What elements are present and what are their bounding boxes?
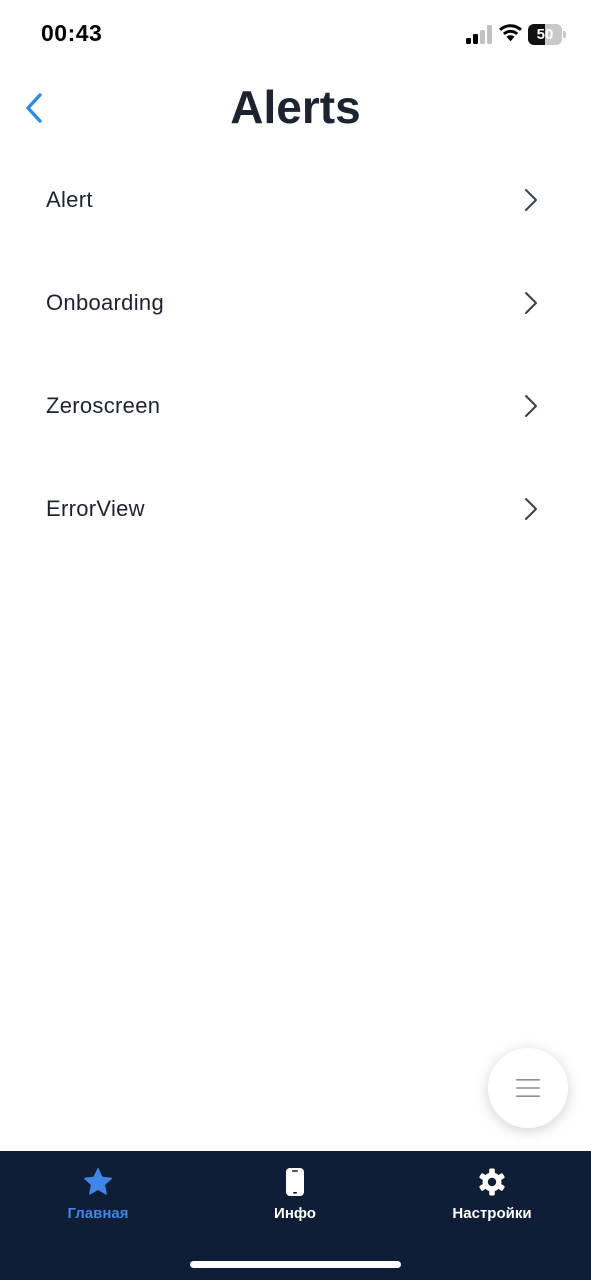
menu-item-alert[interactable]: Alert — [0, 148, 591, 251]
tab-label: Главная — [67, 1205, 129, 1222]
star-icon — [83, 1167, 113, 1197]
tab-settings[interactable]: Настройки — [412, 1167, 572, 1227]
menu-item-onboarding[interactable]: Onboarding — [0, 251, 591, 354]
chevron-right-icon — [525, 497, 537, 520]
phone-icon — [280, 1167, 310, 1197]
status-bar: 00:43 50 — [0, 0, 591, 70]
battery-tip — [563, 31, 566, 38]
menu-item-label: ErrorView — [46, 495, 145, 521]
tab-info[interactable]: Инфо — [215, 1167, 375, 1227]
menu-fab-button[interactable] — [488, 1048, 568, 1128]
tab-bar: Главная Инфо Настройки — [0, 1151, 591, 1280]
status-time: 00:43 — [41, 20, 103, 46]
battery-level: 50 — [536, 26, 554, 43]
battery-body: 50 — [528, 24, 562, 45]
battery-indicator: 50 — [528, 24, 566, 45]
menu-item-label: Zeroscreen — [46, 392, 161, 418]
tab-label: Инфо — [274, 1205, 316, 1222]
gear-icon — [477, 1167, 507, 1197]
chevron-right-icon — [525, 394, 537, 417]
screen: 00:43 50 Alerts Alert Onboarding Zeroscr… — [0, 0, 591, 1280]
menu-item-zeroscreen[interactable]: Zeroscreen — [0, 354, 591, 457]
page-title: Alerts — [230, 81, 361, 133]
menu-lines-icon — [516, 1079, 540, 1097]
wifi-icon — [499, 24, 522, 42]
menu-item-label: Onboarding — [46, 289, 164, 315]
tab-home[interactable]: Главная — [18, 1167, 178, 1227]
menu-item-errorview[interactable]: ErrorView — [0, 457, 591, 560]
menu-list: Alert Onboarding Zeroscreen ErrorView — [0, 148, 591, 560]
tab-label: Настройки — [452, 1205, 532, 1222]
home-indicator[interactable] — [190, 1261, 401, 1268]
chevron-right-icon — [525, 291, 537, 314]
chevron-right-icon — [525, 188, 537, 211]
signal-icon — [466, 25, 492, 44]
menu-item-label: Alert — [46, 186, 93, 212]
